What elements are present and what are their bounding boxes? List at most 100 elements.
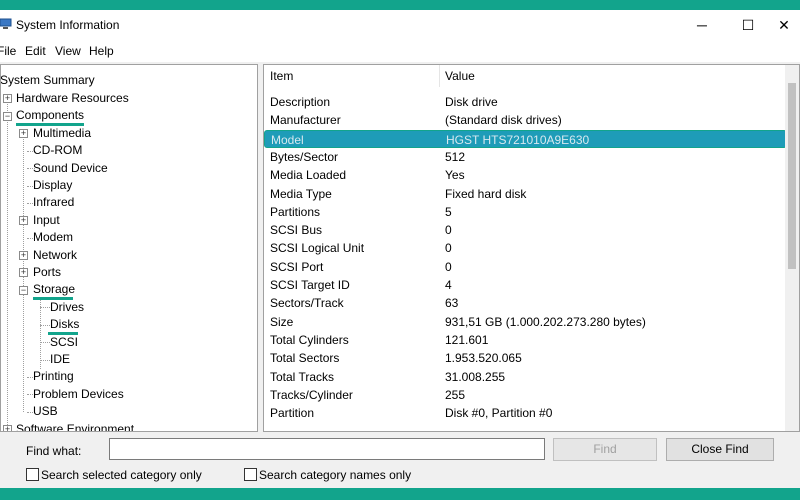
minimize-button[interactable]: ─ — [680, 10, 724, 40]
plus-expander-icon[interactable]: + — [3, 94, 12, 103]
tree-connector — [40, 360, 50, 361]
tree-item-input[interactable]: Input — [33, 212, 60, 229]
details-list[interactable]: Item Value Description Disk drive Manufact… — [263, 64, 800, 432]
table-row[interactable]: Description Disk drive — [264, 93, 787, 111]
tree-item-network[interactable]: Network — [33, 247, 77, 264]
menu-view[interactable]: View — [55, 44, 81, 58]
category-tree[interactable]: System Summary + Hardware Resources − Co… — [0, 64, 258, 432]
row-value: 5 — [445, 204, 452, 219]
column-header-value[interactable]: Value — [445, 65, 475, 87]
tree-item-problem-devices[interactable]: Problem Devices — [33, 386, 124, 403]
table-row[interactable]: Tracks/Cylinder 255 — [264, 386, 787, 404]
tree-connector — [40, 307, 50, 308]
table-row[interactable]: Size 931,51 GB (1.000.202.273.280 bytes) — [264, 313, 787, 331]
table-row[interactable]: Partitions 5 — [264, 203, 787, 221]
monitor-icon — [0, 18, 12, 29]
table-row[interactable]: Model HGST HTS721010A9E630 — [264, 129, 787, 148]
table-row[interactable]: Total Sectors 1.953.520.065 — [264, 349, 787, 367]
find-bar: Find what: Find Close Find Search select… — [0, 436, 800, 488]
find-button[interactable]: Find — [553, 438, 657, 461]
checkbox-icon[interactable] — [26, 468, 39, 481]
table-row[interactable]: SCSI Target ID 4 — [264, 276, 787, 294]
table-row[interactable]: SCSI Bus 0 — [264, 221, 787, 239]
row-item: Total Cylinders — [270, 332, 349, 347]
column-divider[interactable] — [439, 65, 440, 87]
row-item: Model — [271, 132, 304, 147]
row-item: SCSI Logical Unit — [270, 241, 365, 256]
tree-connector — [40, 342, 50, 343]
menu-bar: File Edit View Help — [0, 40, 800, 62]
tree-connector — [40, 298, 41, 369]
plus-expander-icon[interactable]: + — [3, 425, 12, 431]
tree-item-printing[interactable]: Printing — [33, 368, 74, 385]
plus-expander-icon[interactable]: + — [19, 216, 28, 225]
tree-item-scsi[interactable]: SCSI — [50, 334, 78, 351]
table-row[interactable]: Sectors/Track 63 — [264, 294, 787, 312]
minus-expander-icon[interactable]: − — [19, 286, 28, 295]
tree-item-drives[interactable]: Drives — [50, 299, 84, 316]
table-row[interactable]: Manufacturer (Standard disk drives) — [264, 111, 787, 129]
tree-item-hardware-resources[interactable]: Hardware Resources — [16, 90, 129, 107]
close-find-button[interactable]: Close Find — [666, 438, 774, 461]
search-selected-category-checkbox[interactable]: Search selected category only — [26, 467, 202, 483]
row-value: 0 — [445, 259, 452, 274]
tree-item-ide[interactable]: IDE — [50, 351, 70, 368]
row-value: 0 — [445, 223, 452, 238]
menu-edit[interactable]: Edit — [25, 44, 46, 58]
scrollbar-thumb[interactable] — [788, 83, 796, 269]
search-category-names-label: Search category names only — [259, 468, 412, 482]
table-row[interactable]: Total Tracks 31.008.255 — [264, 368, 787, 386]
tree-item-system-summary[interactable]: System Summary — [1, 72, 95, 89]
table-row[interactable]: Bytes/Sector 512 — [264, 148, 787, 166]
row-value: 931,51 GB (1.000.202.273.280 bytes) — [445, 314, 646, 329]
row-value: 31.008.255 — [445, 369, 506, 384]
tree-item-software-environment[interactable]: Software Environment — [16, 421, 134, 431]
row-item: SCSI Target ID — [270, 278, 350, 292]
tree-item-multimedia[interactable]: Multimedia — [33, 125, 91, 142]
search-category-names-checkbox[interactable]: Search category names only — [244, 467, 411, 483]
table-row[interactable]: Media Loaded Yes — [264, 166, 787, 184]
tree-item-usb[interactable]: USB — [33, 403, 58, 420]
find-what-label: Find what: — [26, 444, 82, 458]
tree-item-display[interactable]: Display — [33, 177, 72, 194]
tree-item-cd-rom[interactable]: CD-ROM — [33, 142, 82, 159]
table-row[interactable]: SCSI Logical Unit 0 — [264, 239, 787, 257]
row-item: Tracks/Cylinder — [270, 387, 353, 402]
row-item: Media Type — [270, 186, 332, 201]
row-value: (Standard disk drives) — [445, 113, 562, 128]
tree-item-sound-device[interactable]: Sound Device — [33, 160, 108, 177]
menu-help[interactable]: Help — [89, 44, 114, 58]
row-item: Size — [270, 314, 294, 329]
row-item: SCSI Bus — [270, 223, 323, 238]
tree-item-disks[interactable]: Disks — [50, 316, 79, 333]
row-value: Disk #0, Partition #0 — [445, 406, 553, 421]
table-row[interactable]: Media Type Fixed hard disk — [264, 185, 787, 203]
plus-expander-icon[interactable]: + — [19, 251, 28, 260]
row-item: Sectors/Track — [270, 296, 344, 311]
tree-item-ports[interactable]: Ports — [33, 264, 61, 281]
tree-item-components[interactable]: Components — [16, 107, 84, 124]
find-what-input[interactable] — [109, 438, 545, 460]
title-bar: System Information ─ ☐ ✕ — [0, 10, 800, 40]
row-value: Fixed hard disk — [445, 186, 527, 201]
plus-expander-icon[interactable]: + — [19, 129, 28, 138]
checkbox-icon[interactable] — [244, 468, 257, 481]
row-value: 121.601 — [445, 332, 489, 347]
close-button[interactable]: ✕ — [762, 10, 800, 40]
minus-expander-icon[interactable]: − — [3, 112, 12, 121]
vertical-scrollbar[interactable] — [785, 65, 799, 431]
row-value: 1.953.520.065 — [445, 351, 522, 366]
table-row[interactable]: SCSI Port 0 — [264, 258, 787, 276]
row-value: 0 — [445, 241, 452, 256]
row-item: Partitions — [270, 204, 321, 219]
table-row[interactable]: Partition Disk #0, Partition #0 — [264, 404, 787, 422]
plus-expander-icon[interactable]: + — [19, 268, 28, 277]
table-row[interactable]: Total Cylinders 121.601 — [264, 331, 787, 349]
tree-item-storage[interactable]: Storage — [33, 281, 75, 298]
menu-file[interactable]: File — [0, 44, 16, 58]
row-value: 63 — [445, 296, 459, 311]
column-header-item[interactable]: Item — [270, 65, 293, 87]
tree-item-infrared[interactable]: Infrared — [33, 194, 74, 211]
row-item: Description — [270, 95, 331, 109]
tree-item-modem[interactable]: Modem — [33, 229, 73, 246]
